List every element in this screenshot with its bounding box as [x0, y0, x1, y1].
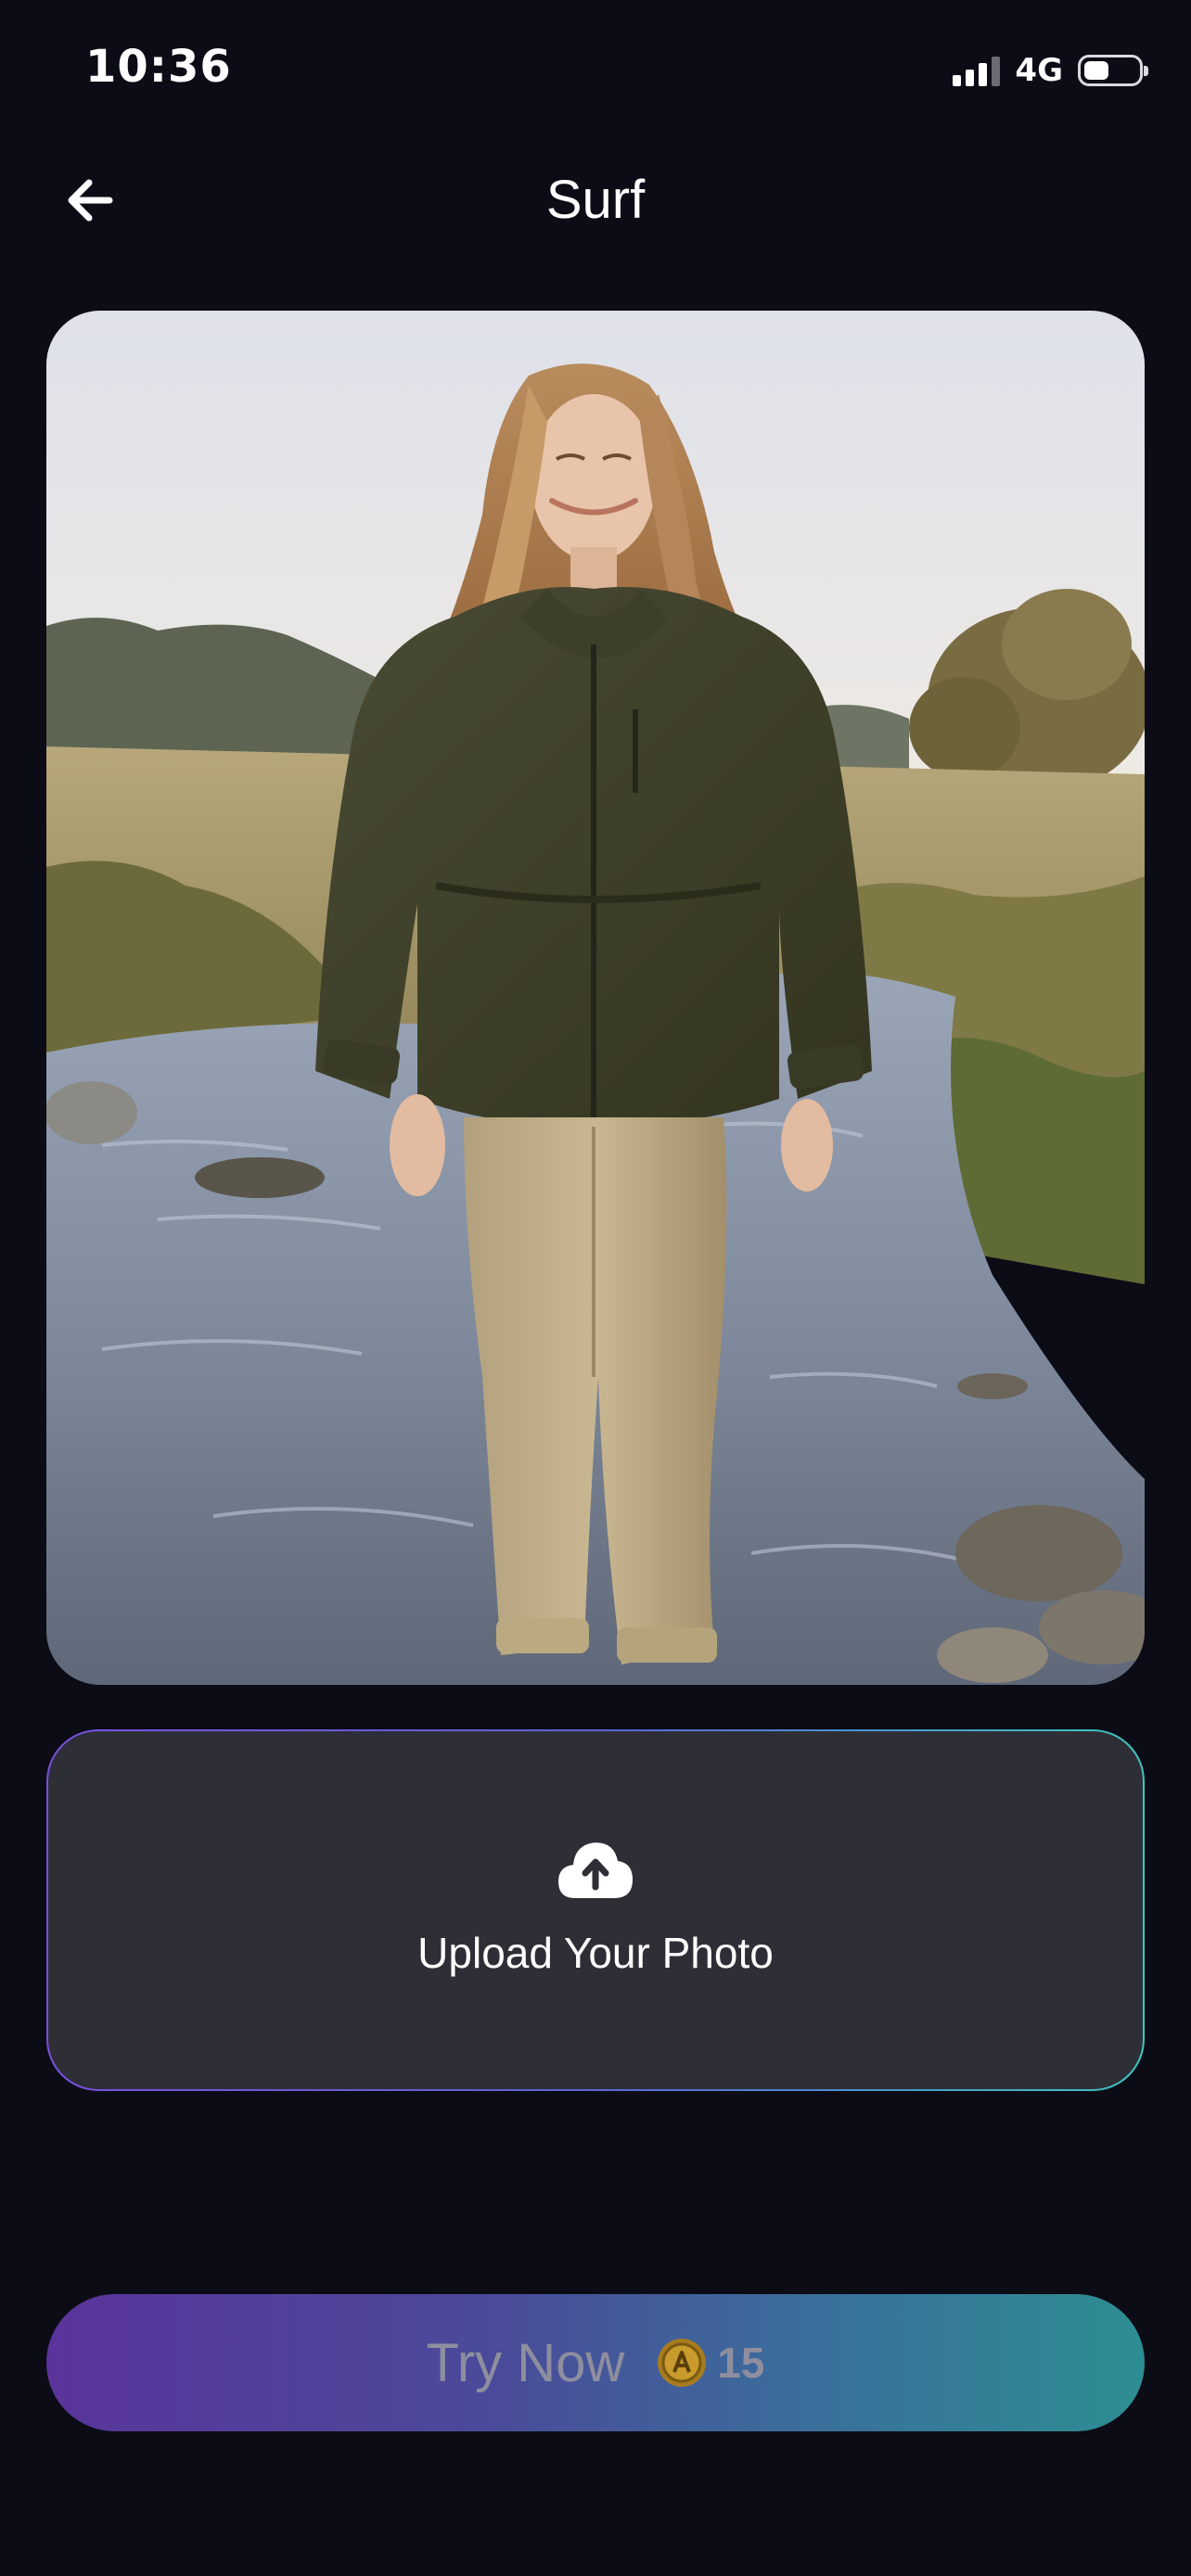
status-time: 10:36 [85, 41, 232, 93]
coin-count: 15 [717, 2339, 765, 2387]
signal-strength-icon [953, 55, 1001, 86]
header: Surf [0, 148, 1191, 250]
cloud-upload-icon [558, 1843, 633, 1898]
upload-label: Upload Your Photo [417, 1929, 774, 1977]
try-now-label: Try Now [426, 2332, 625, 2393]
upload-photo-card: Upload Your Photo [48, 1731, 1143, 2089]
status-indicators: 4G [953, 52, 1148, 89]
coin-icon [658, 2339, 707, 2387]
battery-icon [1078, 55, 1148, 86]
try-now-button[interactable]: Try Now 15 [46, 2294, 1145, 2431]
network-type: 4G [1015, 52, 1063, 89]
coin-cost: 15 [656, 2337, 764, 2389]
status-bar: 10:36 4G [0, 0, 1191, 139]
preview-photo [46, 311, 1145, 1685]
page-title: Surf [545, 170, 646, 230]
upload-photo-button[interactable]: Upload Your Photo [46, 1729, 1145, 2091]
